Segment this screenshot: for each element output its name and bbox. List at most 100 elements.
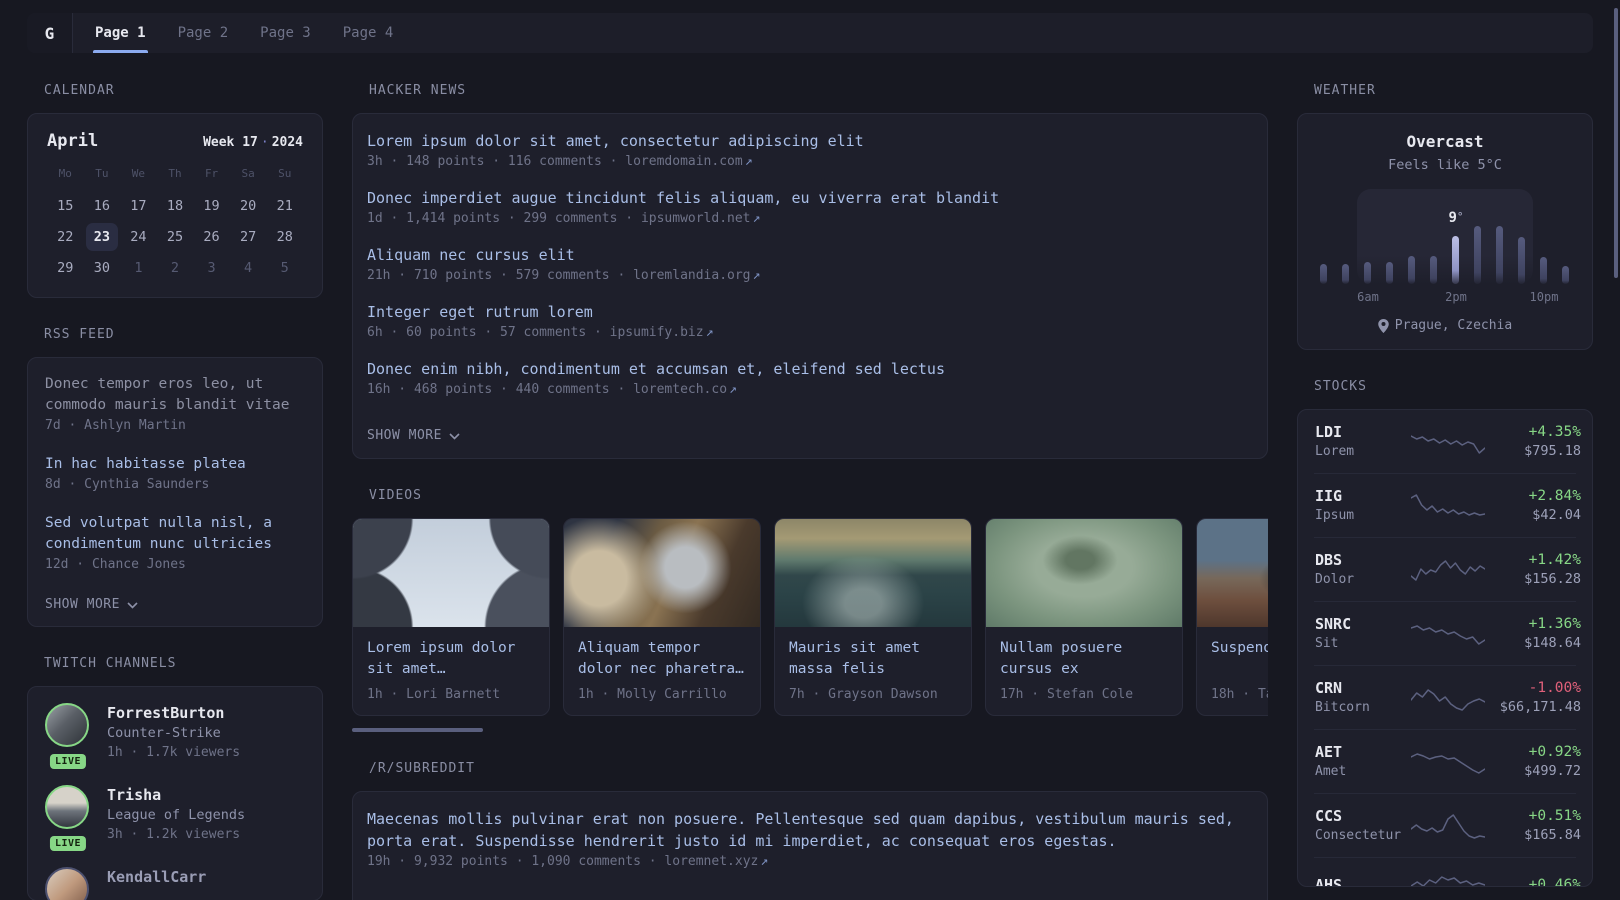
calendar-day[interactable]: 16 — [86, 192, 118, 220]
video-title-link[interactable]: Lorem ipsum dolor sit amet consectetu… — [367, 638, 535, 680]
calendar-day[interactable]: 23 — [85, 223, 118, 251]
videos-widget: VIDEOS Lorem ipsum dolor sit amet consec… — [352, 488, 1268, 732]
video-card[interactable]: Suspendisse diam 18h · Tara — [1196, 518, 1268, 716]
stock-row[interactable]: CRN Bitcorn -1.00% $66,171.48 — [1314, 666, 1581, 730]
video-card[interactable]: Mauris sit amet massa felis 7h · Grayson… — [774, 518, 972, 716]
stock-row[interactable]: IIG Ipsum +2.84% $42.04 — [1314, 474, 1581, 538]
avatar[interactable] — [45, 867, 89, 900]
tab-page-1[interactable]: Page 1 — [79, 13, 162, 53]
calendar-day[interactable]: 22 — [49, 223, 81, 251]
calendar-day[interactable]: 18 — [159, 192, 191, 220]
calendar-day[interactable]: 29 — [49, 254, 81, 282]
calendar-day[interactable]: 24 — [122, 223, 154, 251]
video-card[interactable]: Aliquam tempor dolor nec pharetra… 1h · … — [563, 518, 761, 716]
weather-widget: WEATHER Overcast Feels like 5°C 9° 6am 2… — [1297, 83, 1593, 350]
rss-item-link[interactable]: Donec tempor eros leo, ut commodo mauris… — [45, 374, 305, 416]
twitch-channel-link[interactable]: KendallCarr — [107, 867, 206, 887]
rss-item-meta: 8d · Cynthia Saunders — [45, 477, 210, 492]
page-tabs: Page 1 Page 2 Page 3 Page 4 — [73, 13, 409, 53]
video-carousel-scrollbar[interactable] — [352, 728, 483, 732]
video-card[interactable]: Lorem ipsum dolor sit amet consectetu… 1… — [352, 518, 550, 716]
stock-name: Bitcorn — [1315, 700, 1370, 715]
video-meta: 7h · Grayson Dawson — [789, 687, 938, 702]
section-title-hackernews: HACKER NEWS — [369, 83, 467, 98]
calendar-header-row: April Week 17 · 2024 — [47, 131, 303, 151]
stock-row[interactable]: AHS +0.46% — [1314, 858, 1581, 886]
stock-row[interactable]: DBS Dolor +1.42% $156.28 — [1314, 538, 1581, 602]
video-meta: 1h · Lori Barnett — [367, 687, 501, 702]
avatar[interactable] — [45, 703, 89, 747]
calendar-day[interactable]: 17 — [122, 192, 154, 220]
video-title-link[interactable]: Mauris sit amet massa felis — [789, 638, 957, 680]
calendar-year: 2024 — [271, 135, 303, 150]
rss-item: In hac habitasse platea 8d · Cynthia Sau… — [45, 454, 305, 495]
stock-row[interactable]: AET Amet +0.92% $499.72 — [1314, 730, 1581, 794]
page-scrollbar-thumb[interactable] — [1614, 8, 1618, 278]
stock-price: $156.28 — [1524, 571, 1581, 587]
video-title-link[interactable]: Suspendisse diam — [1211, 638, 1268, 680]
twitch-channel-link[interactable]: Trisha — [107, 785, 245, 805]
hn-story-link[interactable]: Integer eget rutrum lorem — [367, 301, 1253, 323]
hn-story-domain-link[interactable]: loremdomain.com ↗ — [625, 154, 752, 169]
hn-story-domain-link[interactable]: ipsumworld.net ↗ — [641, 211, 760, 226]
avatar[interactable] — [45, 785, 89, 829]
calendar-day[interactable]: 27 — [232, 223, 264, 251]
hn-story-domain-link[interactable]: loremtech.co ↗ — [633, 382, 737, 397]
reddit-post-link[interactable]: Maecenas mollis pulvinar erat non posuer… — [367, 808, 1253, 852]
video-thumbnail[interactable] — [775, 519, 971, 627]
video-thumbnail[interactable] — [1197, 519, 1268, 627]
calendar-day[interactable]: 25 — [159, 223, 191, 251]
tab-page-3[interactable]: Page 3 — [244, 13, 327, 53]
calendar-day[interactable]: 21 — [269, 192, 301, 220]
calendar-day[interactable]: 5 — [269, 254, 301, 282]
tab-page-2[interactable]: Page 2 — [162, 13, 245, 53]
hn-story-domain-link[interactable]: ipsumify.biz ↗ — [610, 325, 714, 340]
subreddit-card: Maecenas mollis pulvinar erat non posuer… — [352, 791, 1268, 900]
twitch-channel-game[interactable]: Counter-Strike — [107, 723, 240, 743]
video-thumbnail[interactable] — [564, 519, 760, 627]
calendar-day[interactable]: 19 — [196, 192, 228, 220]
video-card[interactable]: Nullam posuere cursus ex 17h · Stefan Co… — [985, 518, 1183, 716]
calendar-month: April — [47, 131, 99, 151]
calendar-day[interactable]: 26 — [196, 223, 228, 251]
stock-row[interactable]: LDI Lorem +4.35% $795.18 — [1314, 410, 1581, 474]
video-title-link[interactable]: Aliquam tempor dolor nec pharetra… — [578, 638, 746, 680]
video-thumbnail[interactable] — [353, 519, 549, 627]
stock-row[interactable]: CCS Consectetur +0.51% $165.84 — [1314, 794, 1581, 858]
calendar-day[interactable]: 1 — [122, 254, 154, 282]
reddit-post-domain-link[interactable]: loremnet.xyz ↗ — [664, 854, 768, 869]
video-title-link[interactable]: Nullam posuere cursus ex — [1000, 638, 1168, 680]
stock-sparkline — [1411, 491, 1485, 521]
stock-sparkline — [1411, 747, 1485, 777]
calendar-day[interactable]: 20 — [232, 192, 264, 220]
hn-story: Donec enim nibh, condimentum et accumsan… — [367, 358, 1253, 400]
twitch-channel-game[interactable]: League of Legends — [107, 805, 245, 825]
hn-story-link[interactable]: Aliquam nec cursus elit — [367, 244, 1253, 266]
section-title-weather: WEATHER — [1314, 83, 1376, 98]
calendar-day[interactable]: 30 — [86, 254, 118, 282]
calendar-day[interactable]: 4 — [232, 254, 264, 282]
hn-story-domain-link[interactable]: loremlandia.org ↗ — [633, 268, 760, 283]
twitch-channel-link[interactable]: ForrestBurton — [107, 703, 240, 723]
rss-show-more-button[interactable]: SHOW MORE — [45, 597, 138, 612]
stock-sparkline — [1411, 683, 1485, 713]
stock-row[interactable]: SNRC Sit +1.36% $148.64 — [1314, 602, 1581, 666]
calendar-day[interactable]: 3 — [196, 254, 228, 282]
tab-page-4[interactable]: Page 4 — [327, 13, 410, 53]
calendar-day[interactable]: 28 — [269, 223, 301, 251]
rss-item-link[interactable]: In hac habitasse platea — [45, 454, 305, 475]
hn-show-more-button[interactable]: SHOW MORE — [367, 428, 460, 443]
hn-story-stats: 6h · 60 points · 57 comments · — [367, 325, 602, 340]
video-info: Nullam posuere cursus ex 17h · Stefan Co… — [986, 627, 1182, 715]
hn-story-link[interactable]: Donec imperdiet augue tincidunt felis al… — [367, 187, 1253, 209]
stock-change: +1.42% — [1528, 552, 1581, 568]
stock-sparkline — [1411, 427, 1485, 457]
hn-story-link[interactable]: Donec enim nibh, condimentum et accumsan… — [367, 358, 1253, 380]
rss-item-link[interactable]: Sed volutpat nulla nisl, a condimentum n… — [45, 513, 305, 555]
calendar-day[interactable]: 2 — [159, 254, 191, 282]
calendar-day[interactable]: 15 — [49, 192, 81, 220]
hn-story-link[interactable]: Lorem ipsum dolor sit amet, consectetur … — [367, 130, 1253, 152]
section-title-calendar: CALENDAR — [44, 83, 115, 98]
video-thumbnail[interactable] — [986, 519, 1182, 627]
app-logo[interactable]: G — [27, 13, 73, 53]
